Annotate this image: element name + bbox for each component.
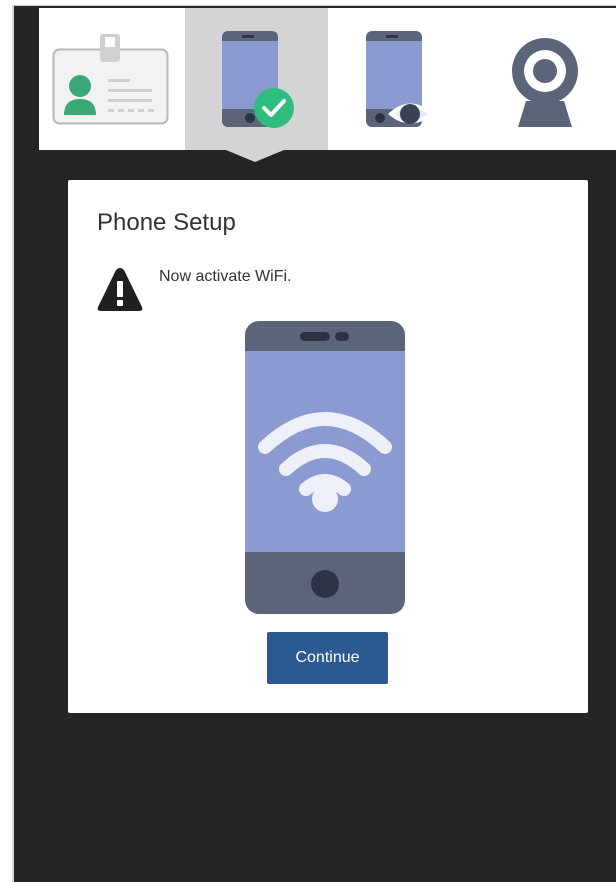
window-edge bbox=[12, 6, 14, 882]
window-top-edge bbox=[12, 5, 616, 6]
step-webcam[interactable] bbox=[473, 8, 616, 150]
phone-eye-icon bbox=[365, 31, 434, 127]
card-title: Phone Setup bbox=[97, 209, 236, 236]
continue-button[interactable]: Continue bbox=[267, 632, 388, 684]
step-phone-setup[interactable] bbox=[185, 8, 328, 150]
app-frame: Phone Setup Now activate WiFi. Continue bbox=[0, 0, 616, 882]
webcam-icon bbox=[511, 38, 578, 127]
warning-triangle-icon bbox=[97, 268, 143, 311]
active-step-pointer bbox=[226, 150, 284, 162]
setup-card: Phone Setup Now activate WiFi. Continue bbox=[68, 180, 588, 713]
step-id-card[interactable] bbox=[39, 8, 182, 150]
phone-check-icon bbox=[221, 31, 294, 128]
step-phone-review[interactable] bbox=[329, 8, 472, 150]
phone-wifi-icon bbox=[245, 321, 405, 614]
step-bar bbox=[39, 8, 616, 150]
instruction-text: Now activate WiFi. bbox=[159, 268, 292, 285]
id-card-icon bbox=[52, 34, 168, 125]
